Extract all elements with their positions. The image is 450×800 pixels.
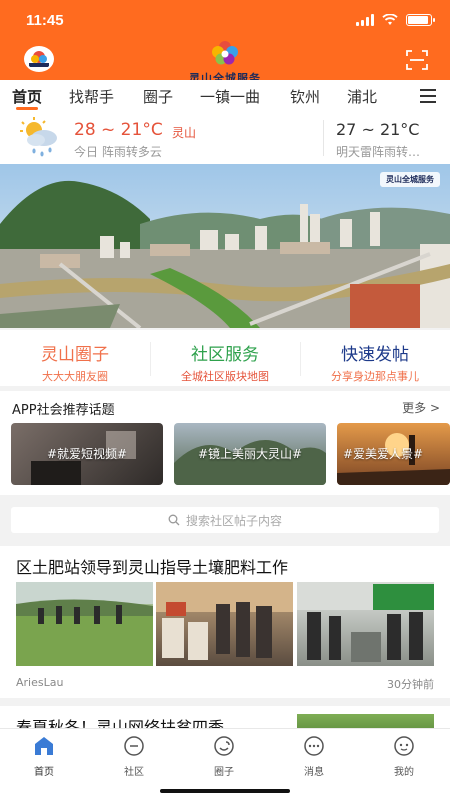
app-screen: 11:45 灵山全城服务 首页 找帮手 圈子 一镇一曲 钦州 浦北 28 ~ 2… — [0, 0, 450, 800]
topic-card[interactable]: #爱美爱人景# — [337, 423, 450, 485]
shop-visit-photo — [156, 582, 293, 660]
rain-cloud-sun-icon — [20, 117, 57, 157]
status-time: 11:45 — [26, 12, 64, 29]
weather-widget[interactable]: 28 ~ 21°C 灵山 今日 阵雨转多云 27 ~ 21°C 明天雷阵雨转… — [0, 112, 450, 164]
home-icon — [35, 737, 53, 755]
status-bar: 11:45 — [0, 0, 450, 44]
post-card[interactable]: 区土肥站领导到灵山指导土壤肥料工作 AriesLau 30分钟前 — [0, 546, 450, 698]
search-section: 搜索社区帖子内容 — [0, 498, 450, 542]
feature-title: 社区服务 — [191, 345, 259, 365]
tab-pubei[interactable]: 浦北 — [347, 86, 377, 107]
feature-community-service[interactable]: 社区服务 全城社区版块地图 — [150, 340, 300, 384]
bottom-tab-label: 首页 — [34, 767, 54, 778]
topic-label: #镜上美丽大灵山# — [197, 447, 303, 461]
feature-subtitle: 分享身边那点事儿 — [331, 370, 419, 383]
bottom-tab-label: 我的 — [394, 767, 414, 778]
section-title: APP社会推荐话题 — [12, 403, 115, 418]
warehouse-visit-photo — [297, 582, 434, 662]
tab-circle[interactable]: 圈子 — [143, 86, 173, 107]
city-banner-image[interactable]: 灵山全城服务 — [0, 164, 450, 328]
feature-title: 快速发帖 — [341, 345, 409, 365]
wifi-icon — [382, 14, 398, 25]
status-icons — [356, 14, 435, 26]
tab-find-helper[interactable]: 找帮手 — [69, 86, 114, 107]
bottom-tab-label: 圈子 — [214, 767, 234, 778]
flower-logo-icon — [212, 41, 238, 65]
message-icon — [304, 736, 324, 756]
feature-lingshan-circle[interactable]: 灵山圈子 大大大朋友圈 — [0, 340, 150, 384]
tab-home[interactable]: 首页 — [12, 86, 42, 107]
menu-icon[interactable] — [420, 89, 436, 107]
tomorrow-temperature: 27 ~ 21°C — [336, 120, 420, 139]
home-indicator[interactable] — [160, 789, 290, 793]
feature-shortcuts: 灵山圈子 大大大朋友圈 社区服务 全城社区版块地图 快速发帖 分享身边那点事儿 — [0, 330, 450, 386]
today-temperature: 28 ~ 21°C — [74, 120, 163, 140]
feature-quick-post[interactable]: 快速发帖 分享身边那点事儿 — [300, 340, 450, 384]
tab-one-town-one-song[interactable]: 一镇一曲 — [200, 86, 260, 107]
search-input[interactable]: 搜索社区帖子内容 — [11, 507, 439, 533]
profile-icon — [394, 736, 414, 756]
bottom-tab-label: 社区 — [124, 767, 144, 778]
weather-divider — [323, 120, 324, 156]
bottom-tab-circle[interactable]: 圈子 — [194, 735, 254, 778]
app-header: 11:45 灵山全城服务 — [0, 0, 450, 85]
weather-city: 灵山 — [172, 126, 197, 140]
bottom-tab-label: 消息 — [304, 767, 324, 778]
avatar[interactable] — [24, 46, 54, 72]
search-icon — [168, 514, 180, 526]
post-image[interactable] — [16, 582, 153, 666]
feature-title: 灵山圈子 — [41, 345, 109, 365]
community-badge-icon — [29, 51, 49, 67]
topic-card[interactable]: #就爱短视频# — [11, 423, 163, 485]
post-title: 区土肥站领导到灵山指导土壤肥料工作 — [16, 558, 289, 577]
scan-icon[interactable] — [406, 50, 428, 70]
topic-label: #爱美爱人景# — [343, 447, 424, 461]
feature-subtitle: 大大大朋友圈 — [42, 370, 108, 383]
active-tab-indicator — [16, 107, 38, 110]
post-image[interactable] — [297, 582, 434, 666]
tab-qinzhou[interactable]: 钦州 — [290, 86, 320, 107]
bottom-tab-community[interactable]: 社区 — [104, 735, 164, 778]
community-icon — [124, 736, 144, 756]
field-visit-photo — [16, 582, 153, 666]
topic-card[interactable]: #镜上美丽大灵山# — [174, 423, 326, 485]
channel-tabs: 首页 找帮手 圈子 一镇一曲 钦州 浦北 — [0, 80, 450, 112]
search-placeholder: 搜索社区帖子内容 — [185, 513, 282, 528]
city-aerial-photo — [0, 164, 450, 328]
more-link[interactable]: 更多 > — [402, 399, 440, 416]
bottom-tab-profile[interactable]: 我的 — [374, 735, 434, 778]
post-time: 30分钟前 — [387, 678, 434, 691]
bottom-tab-messages[interactable]: 消息 — [284, 735, 344, 778]
battery-icon — [406, 14, 435, 26]
bottom-tab-bar: 首页 社区 圈子 消息 我的 — [0, 728, 450, 800]
banner-watermark: 灵山全城服务 — [380, 172, 440, 187]
feature-subtitle: 全城社区版块地图 — [181, 370, 269, 383]
recommended-topics: APP社会推荐话题 更多 > #就爱短视频# #镜上美丽大灵山# #爱美爱人景# — [0, 391, 450, 495]
topic-label: #就爱短视频# — [46, 447, 128, 461]
signal-icon — [356, 14, 374, 26]
circle-icon — [214, 736, 234, 756]
today-weather-desc: 今日 阵雨转多云 — [74, 145, 162, 159]
post-author[interactable]: AriesLau — [16, 676, 63, 689]
bottom-tab-home[interactable]: 首页 — [14, 735, 74, 778]
post-image[interactable] — [156, 582, 293, 666]
tomorrow-weather-desc: 明天雷阵雨转… — [336, 145, 421, 159]
